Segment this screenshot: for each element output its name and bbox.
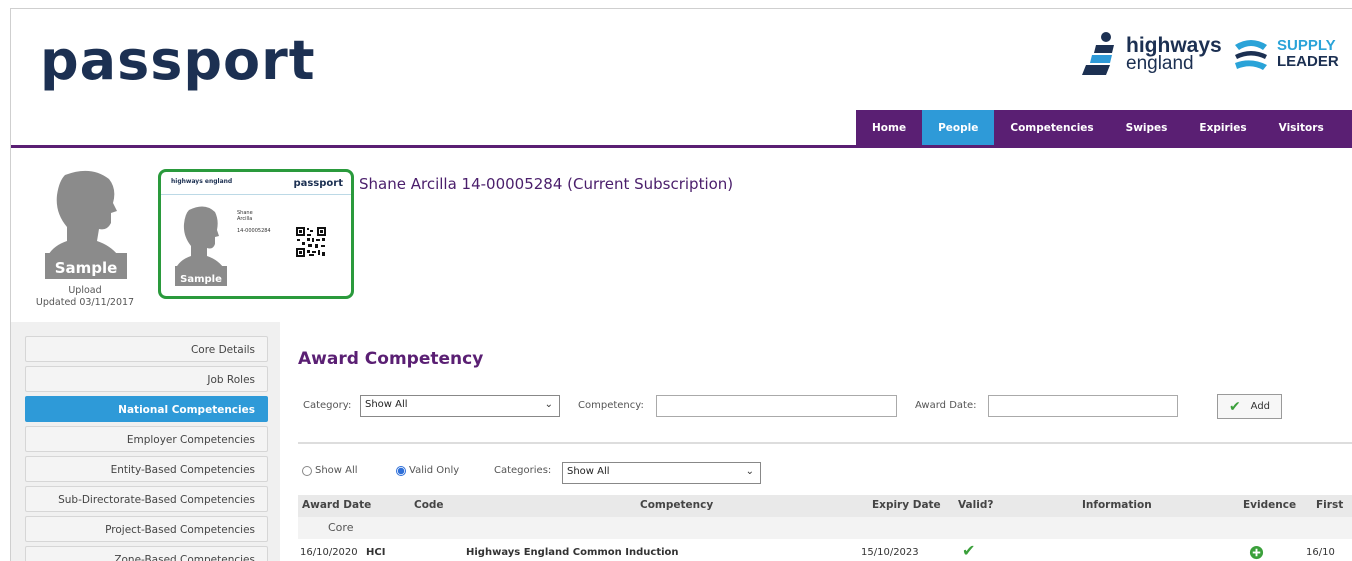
card-watermark: Sample [180,274,222,285]
competency-label: Competency: [578,400,644,411]
cell-first: 16/10 [1306,547,1335,558]
top-navigation: Home People Competencies Swipes Expiries… [856,110,1352,145]
col-evidence[interactable]: Evidence [1243,499,1296,511]
photo-updated-date: Updated 03/11/2017 [35,297,135,308]
sidebar-item-zone-based-competencies[interactable]: Zone-Based Competencies [25,546,268,561]
header-divider [11,145,1352,148]
categories-label: Categories: [494,465,552,476]
category-select-value: Show All [365,399,408,410]
col-expiry-date[interactable]: Expiry Date [872,499,941,511]
checkmark-icon: ✔ [1228,398,1241,415]
award-date-label: Award Date: [915,400,977,411]
supply-leader-logo: SUPPLY LEADER [1233,37,1339,71]
cell-code: HCI [366,547,386,558]
nav-swipes[interactable]: Swipes [1110,110,1184,145]
supply-leader-line1: SUPPLY [1277,37,1336,54]
card-person-icon: Sample [175,206,227,286]
valid-only-label: Valid Only [409,465,460,476]
photo-watermark: Sample [55,259,118,277]
col-award-date[interactable]: Award Date [302,499,371,511]
show-all-label: Show All [315,465,358,476]
app-window: passport highways england SUPPLY LEADER … [10,8,1352,561]
valid-only-radio[interactable]: Valid Only [396,465,459,476]
highways-england-icon [1082,32,1114,75]
sidebar-menu: Core Details Job Roles National Competen… [25,336,268,561]
main-panel: Award Competency Category: Show All ⌄ Co… [280,322,1352,561]
category-label: Category: [303,400,352,411]
highways-logo-line2: england [1126,53,1194,74]
nav-home[interactable]: Home [856,110,922,145]
category-select[interactable]: Show All ⌄ [360,395,560,417]
card-header: highways england passport [161,172,351,195]
radio-on-icon [396,465,406,476]
col-first[interactable]: First [1316,499,1343,511]
show-all-radio[interactable]: Show All [302,465,358,476]
sidebar-item-core-details[interactable]: Core Details [25,336,268,362]
nav-visitors[interactable]: Visitors [1263,110,1340,145]
upload-link[interactable]: Upload [31,285,139,297]
sidebar-item-job-roles[interactable]: Job Roles [25,366,268,392]
highways-england-logo: highways england [1080,31,1222,79]
supply-leader-icon [1235,40,1267,70]
sidebar-item-sub-directorate-competencies[interactable]: Sub-Directorate-Based Competencies [25,486,268,512]
card-last-name: Arcilla [237,216,253,222]
award-competency-title: Award Competency [298,349,484,369]
card-holder-info: Shane Arcilla 14-00005284 [237,210,271,234]
radio-off-icon [302,465,312,476]
card-logo-text: highways england [171,178,233,185]
categories-select[interactable]: Show All ⌄ [562,462,761,484]
card-number: 14-00005284 [237,228,271,234]
add-button[interactable]: ✔ Add [1217,394,1282,419]
passport-logo[interactable]: passport [40,29,316,92]
col-valid[interactable]: Valid? [958,499,993,511]
table-header: Award Date Code Competency Expiry Date V… [298,495,1352,517]
qr-code-icon [295,226,327,258]
chevron-down-icon: ⌄ [544,399,553,410]
col-information[interactable]: Information [1082,499,1152,511]
col-competency[interactable]: Competency [640,499,713,511]
section-divider [298,442,1352,444]
cell-award-date: 16/10/2020 [300,547,358,558]
nav-more[interactable]: A [1340,110,1352,145]
supply-leader-line2: LEADER [1277,53,1339,70]
competency-input[interactable] [656,395,897,417]
table-group-row: Core [298,517,1352,539]
nav-expiries[interactable]: Expiries [1183,110,1262,145]
plus-circle-icon[interactable] [1249,545,1264,560]
sidebar-item-project-based-competencies[interactable]: Project-Based Competencies [25,516,268,542]
table-row[interactable]: 16/10/2020 HCI Highways England Common I… [298,541,1352,561]
award-date-input[interactable] [988,395,1178,417]
col-code[interactable]: Code [414,499,444,511]
nav-people[interactable]: People [922,110,995,145]
passport-card-preview[interactable]: highways england passport Sample Shane A… [158,169,354,299]
add-button-label: Add [1250,401,1271,412]
chevron-down-icon: ⌄ [745,466,754,477]
cell-competency: Highways England Common Induction [466,547,679,558]
sidebar-item-national-competencies[interactable]: National Competencies [25,396,268,422]
cell-expiry-date: 15/10/2023 [861,547,919,558]
person-silhouette-icon: Sample [45,170,127,279]
card-brand: passport [293,178,343,189]
categories-select-value: Show All [567,466,610,477]
person-title: Shane Arcilla 14-00005284 (Current Subsc… [359,175,734,193]
sidebar-item-entity-based-competencies[interactable]: Entity-Based Competencies [25,456,268,482]
sidebar-item-employer-competencies[interactable]: Employer Competencies [25,426,268,452]
profile-photo[interactable]: Sample Upload Updated 03/11/2017 [31,167,139,309]
valid-check-icon: ✔ [962,541,976,560]
group-label: Core [328,521,354,534]
nav-competencies[interactable]: Competencies [994,110,1109,145]
